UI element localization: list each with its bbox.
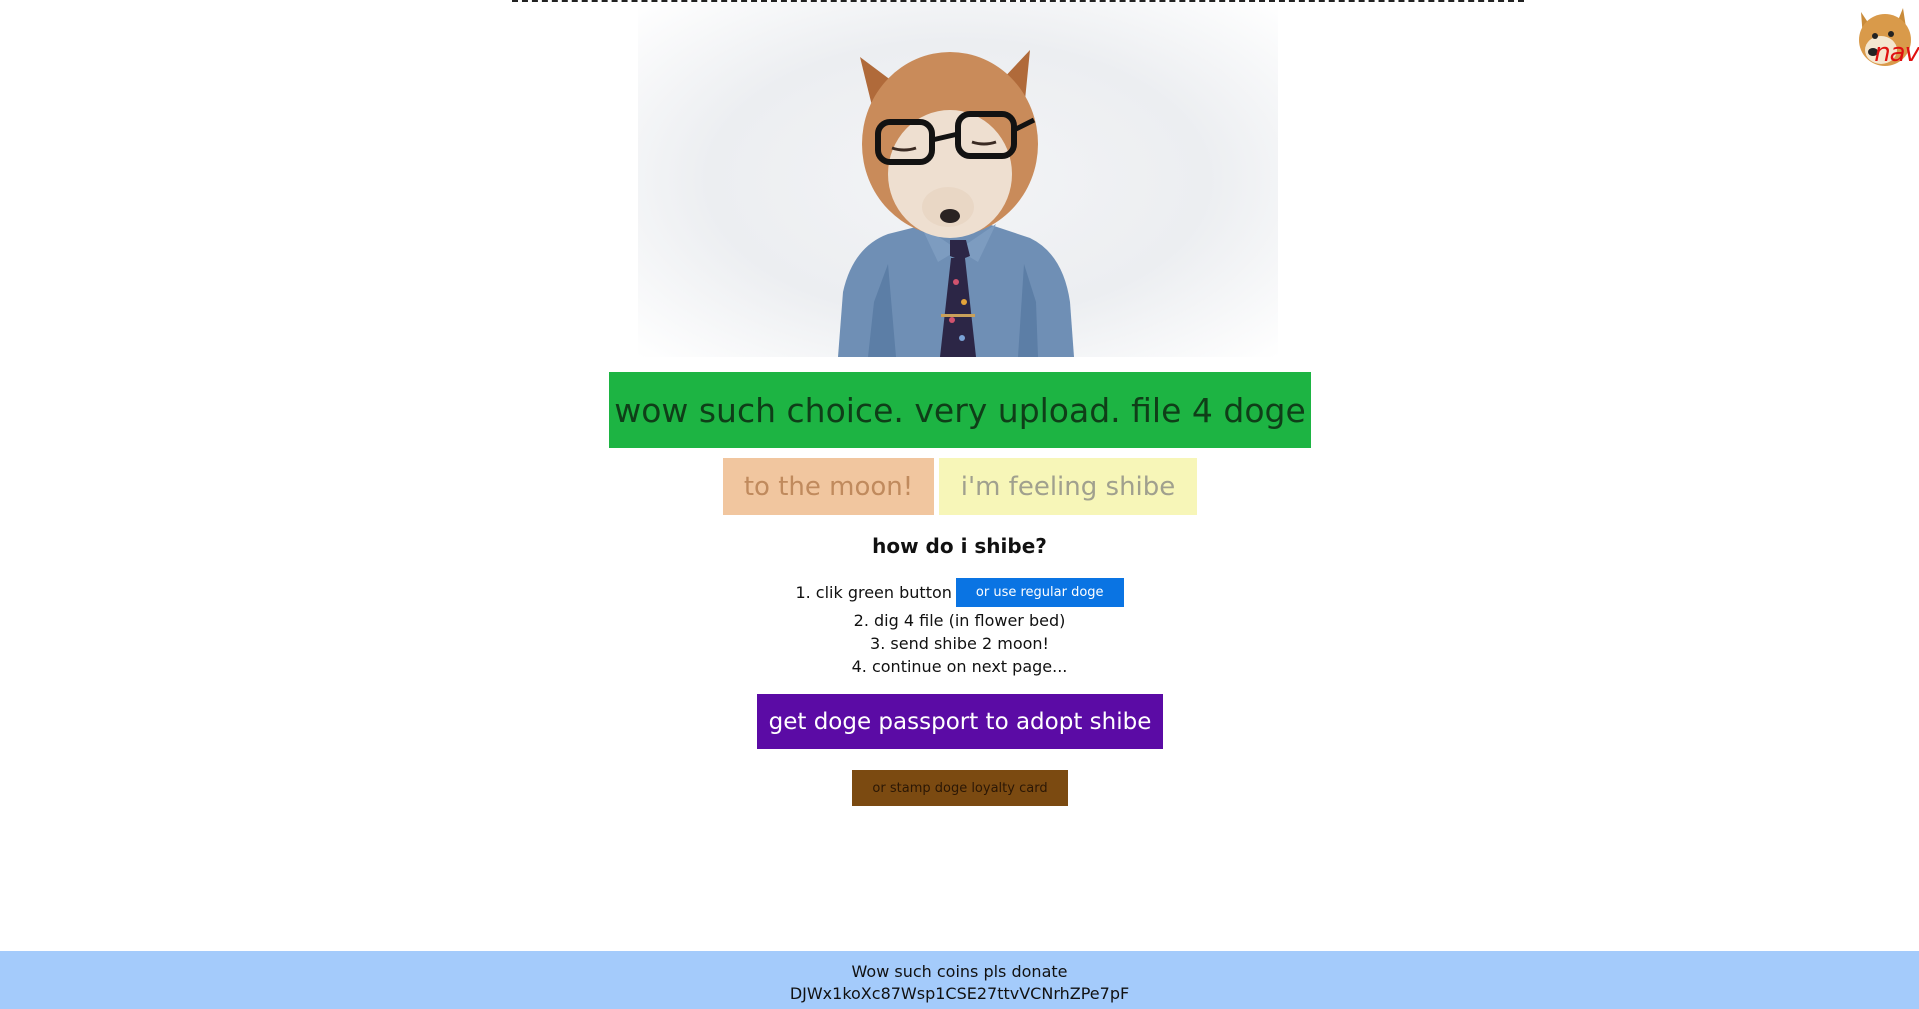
step-2: 2. dig 4 file (in flower bed) [853,611,1066,630]
step-4: 4. continue on next page... [851,657,1068,676]
step-1: 1. clik green button or use regular doge [0,578,1919,607]
donate-footer: Wow such coins pls donate DJWx1koXc87Wsp… [0,951,1919,1009]
regular-doge-button[interactable]: or use regular doge [955,578,1124,607]
hero-shibe-image [638,2,1278,357]
nav-button[interactable]: nav [1851,0,1919,72]
loyalty-card-button[interactable]: or stamp doge loyalty card [852,770,1068,806]
step-1-text: 1. clik green button [795,583,952,602]
step-3: 3. send shibe 2 moon! [870,634,1049,653]
upload-file-button[interactable]: wow such choice. very upload. file 4 dog… [609,372,1311,448]
howto-title: how do i shibe? [872,534,1047,558]
to-the-moon-button[interactable]: to the moon! [723,458,934,515]
donate-text: Wow such coins pls donate [851,962,1068,981]
donate-address: DJWx1koXc87Wsp1CSE27ttvVCNrhZPe7pF [789,984,1130,1003]
page: nav wow such choice. very upload. file 4… [0,0,1919,1009]
feeling-shibe-button[interactable]: i'm feeling shibe [939,458,1197,515]
doge-passport-button[interactable]: get doge passport to adopt shibe [757,694,1163,749]
shibe-photo-icon [838,50,1074,357]
nav-label: nav [1874,38,1919,68]
